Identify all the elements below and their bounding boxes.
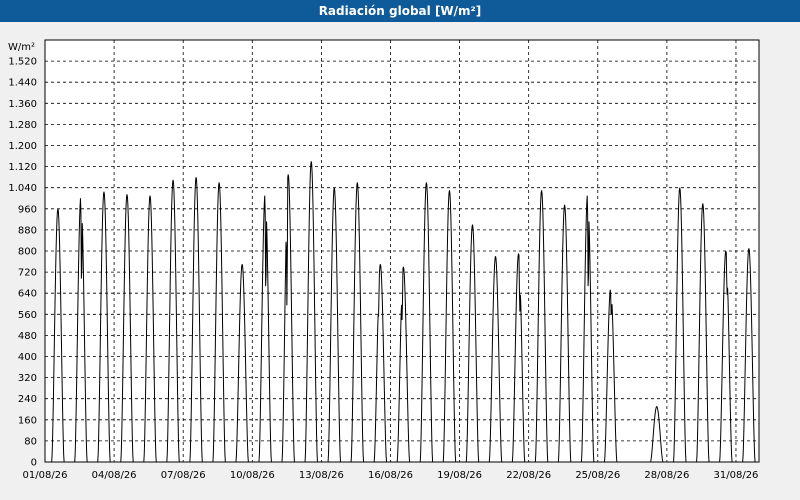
y-tick-label: 400 [18, 352, 37, 363]
y-tick-label: 480 [18, 331, 37, 342]
y-tick-label: 320 [18, 373, 37, 384]
y-tick-label: 1.200 [8, 141, 37, 152]
y-tick-label: 560 [18, 310, 37, 321]
y-tick-label: 80 [24, 436, 37, 447]
x-tick-label: 01/08/26 [23, 470, 68, 481]
chart-title: Radiación global [W/m²] [318, 4, 482, 18]
y-tick-label: 720 [18, 268, 37, 279]
x-axis-ticks: 01/08/26 04/08/26 07/08/26 10/08/26 13/08/26… [23, 470, 759, 481]
y-tick-label: 800 [18, 247, 37, 258]
chart-title-bar: Radiación global [W/m²] [0, 0, 800, 22]
y-axis-unit-label: W/m² [8, 42, 35, 53]
x-tick-label: 22/08/26 [506, 470, 551, 481]
x-tick-label: 25/08/26 [575, 470, 620, 481]
x-tick-label: 16/08/26 [368, 470, 413, 481]
y-tick-label: 160 [18, 415, 37, 426]
y-tick-label: 960 [18, 204, 37, 215]
y-axis-ticks: 0 80 160 240 320 400 480 560 640 720 800 880 960 1.04… [8, 57, 37, 469]
x-tick-label: 10/08/26 [230, 470, 275, 481]
y-tick-label: 1.280 [8, 120, 37, 131]
chart-area: 0 80 160 240 320 400 480 560 640 720 800 880 960 1.04… [0, 22, 800, 500]
y-tick-label: 640 [18, 289, 37, 300]
y-tick-label: 0 [31, 458, 37, 469]
x-tick-label: 19/08/26 [437, 470, 482, 481]
x-tick-label: 07/08/26 [161, 470, 206, 481]
x-tick-label: 04/08/26 [92, 470, 137, 481]
x-tick-label: 13/08/26 [299, 470, 344, 481]
radiation-chart: 0 80 160 240 320 400 480 560 640 720 800 880 960 1.04… [8, 39, 760, 481]
y-tick-label: 240 [18, 394, 37, 405]
y-tick-label: 1.120 [8, 162, 37, 173]
y-tick-label: 1.520 [8, 57, 37, 68]
y-tick-label: 880 [18, 225, 37, 236]
x-tick-label: 31/08/26 [714, 470, 759, 481]
x-tick-label: 28/08/26 [644, 470, 689, 481]
y-tick-label: 1.440 [8, 78, 37, 89]
y-tick-label: 1.040 [8, 183, 37, 194]
y-tick-label: 1.360 [8, 99, 37, 110]
